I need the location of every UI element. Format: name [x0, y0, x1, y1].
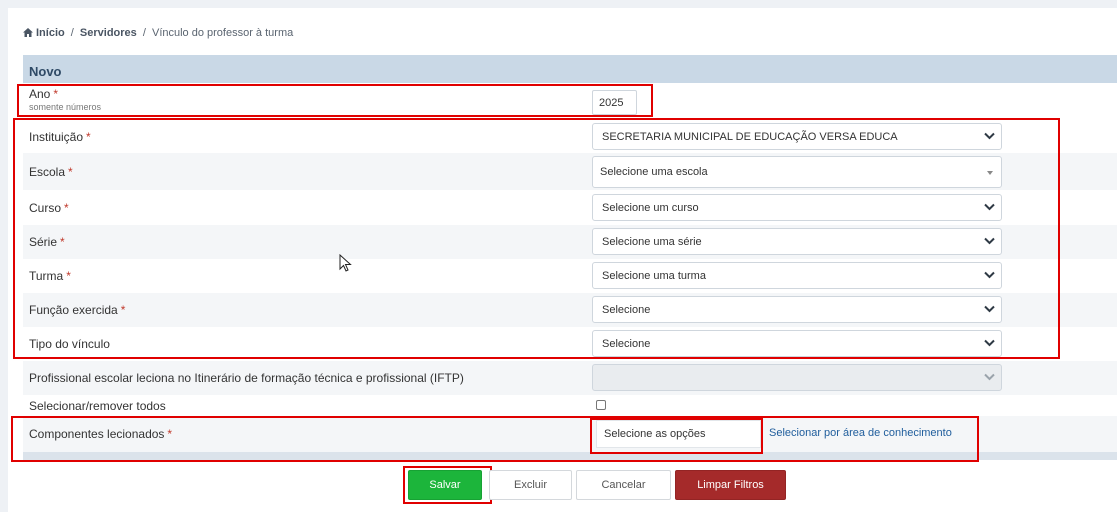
- curso-label: Curso: [29, 200, 62, 215]
- turma-select[interactable]: Selecione uma turma: [592, 262, 1002, 289]
- required-marker: *: [66, 269, 71, 283]
- caret-down-icon: [987, 171, 993, 175]
- required-marker: *: [60, 235, 65, 249]
- breadcrumb-current: Vínculo do professor à turma: [151, 27, 294, 39]
- panel-footer-bar: [23, 452, 1117, 460]
- turma-value: Selecione uma turma: [602, 270, 706, 282]
- funcao-value: Selecione: [602, 304, 651, 316]
- clear-filters-button[interactable]: Limpar Filtros: [675, 470, 786, 500]
- chevron-down-icon: [984, 305, 995, 313]
- required-marker: *: [68, 164, 73, 179]
- select-all-checkbox[interactable]: [596, 400, 606, 410]
- curso-value: Selecione um curso: [602, 202, 699, 214]
- ano-input[interactable]: 2025: [592, 90, 637, 115]
- required-marker: *: [120, 303, 126, 317]
- cancel-button[interactable]: Cancelar: [576, 470, 671, 500]
- tipo-vinculo-select[interactable]: Selecione: [592, 330, 1002, 357]
- chevron-down-icon: [984, 237, 995, 245]
- iftp-label: Profissional escolar leciona no Itinerár…: [29, 371, 464, 385]
- funcao-select[interactable]: Selecione: [592, 296, 1002, 323]
- chevron-down-icon: [984, 271, 995, 279]
- tipo-vinculo-label: Tipo do vínculo: [29, 337, 110, 351]
- form-panel: Novo Ano * somente números 2025 Instituiç…: [23, 55, 1117, 460]
- chevron-down-icon: [984, 132, 995, 140]
- selecionar-todos-label: Selecionar/remover todos: [29, 398, 166, 413]
- ano-label-group: Ano * somente números: [29, 87, 101, 112]
- required-marker: *: [64, 200, 69, 215]
- escola-value: Selecione uma escola: [600, 166, 708, 178]
- instituicao-label: Instituição: [29, 129, 84, 144]
- mouse-pointer-icon: [339, 254, 352, 272]
- breadcrumb: Início / Servidores / Vínculo do profess…: [23, 27, 293, 39]
- row-componentes: Componentes lecionados *: [23, 416, 1117, 452]
- iftp-select[interactable]: [592, 364, 1002, 391]
- componentes-multiselect[interactable]: Selecione as opções: [596, 420, 761, 448]
- required-marker: *: [167, 427, 173, 441]
- chevron-down-icon: [984, 373, 995, 381]
- save-button[interactable]: Salvar: [408, 470, 482, 500]
- instituicao-select[interactable]: SECRETARIA MUNICIPAL DE EDUCAÇÃO VERSA E…: [592, 123, 1002, 150]
- componentes-label: Componentes lecionados: [29, 427, 165, 441]
- curso-select[interactable]: Selecione um curso: [592, 194, 1002, 221]
- breadcrumb-separator: /: [142, 27, 146, 39]
- home-icon[interactable]: [23, 28, 33, 37]
- panel-title: Novo: [23, 55, 1117, 83]
- ano-label: Ano: [29, 87, 51, 101]
- serie-label: Série: [29, 235, 58, 249]
- instituicao-value: SECRETARIA MUNICIPAL DE EDUCAÇÃO VERSA E…: [602, 131, 898, 143]
- left-strip: [0, 0, 8, 512]
- serie-select[interactable]: Selecione uma série: [592, 228, 1002, 255]
- chevron-down-icon: [984, 339, 995, 347]
- serie-value: Selecione uma série: [602, 236, 702, 248]
- delete-button[interactable]: Excluir: [489, 470, 572, 500]
- chevron-down-icon: [984, 203, 995, 211]
- top-strip: [0, 0, 1117, 8]
- required-marker: *: [53, 87, 59, 101]
- selecionar-por-area-link[interactable]: Selecionar por área de conhecimento: [769, 427, 952, 439]
- componentes-placeholder: Selecione as opções: [604, 428, 706, 440]
- breadcrumb-home-link[interactable]: Início: [36, 27, 65, 39]
- breadcrumb-separator: /: [70, 27, 74, 39]
- escola-label: Escola: [29, 164, 66, 179]
- ano-hint: somente números: [29, 102, 102, 112]
- tipo-vinculo-value: Selecione: [602, 338, 651, 350]
- required-marker: *: [86, 129, 91, 144]
- breadcrumb-servers-link[interactable]: Servidores: [80, 27, 137, 39]
- escola-select[interactable]: Selecione uma escola: [592, 156, 1002, 188]
- turma-label: Turma: [29, 269, 64, 283]
- row-ano: Ano * somente números: [23, 83, 1117, 120]
- funcao-label: Função exercida: [29, 303, 118, 317]
- row-selecionar-todos: Selecionar/remover todos: [23, 395, 1117, 416]
